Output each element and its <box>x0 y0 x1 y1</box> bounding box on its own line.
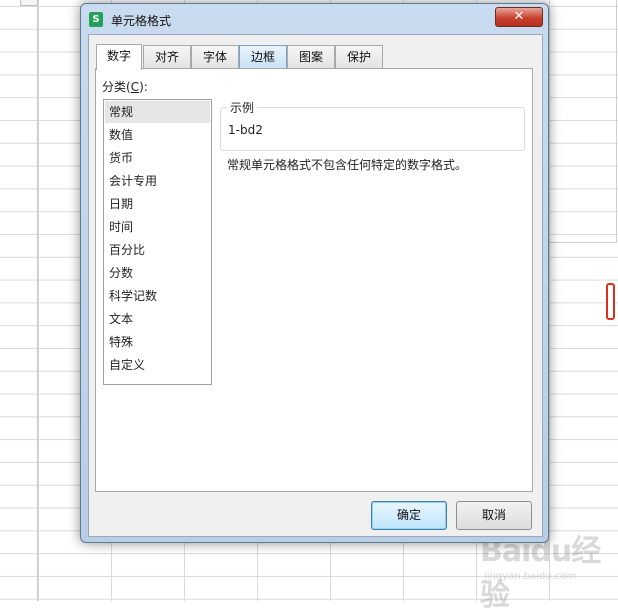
category-label: 分类(C): <box>102 80 148 94</box>
tab-alignment[interactable]: 对齐 <box>143 45 191 68</box>
category-item-date[interactable]: 日期 <box>105 193 210 215</box>
sheet-pane-border <box>548 0 617 243</box>
format-cells-dialog: S 单元格格式 ✕ 数字 对齐 字体 边框 图案 保护 分类(C): 常规 数值… <box>80 3 549 543</box>
format-description: 常规单元格格式不包含任何特定的数字格式。 <box>227 158 468 172</box>
tab-number[interactable]: 数字 <box>96 44 142 70</box>
tab-protection[interactable]: 保护 <box>335 45 383 68</box>
close-button[interactable]: ✕ <box>495 7 543 27</box>
category-item-general[interactable]: 常规 <box>105 101 210 123</box>
sample-group: 示例 1-bd2 <box>220 99 525 151</box>
category-item-custom[interactable]: 自定义 <box>105 354 210 376</box>
category-item-percentage[interactable]: 百分比 <box>105 239 210 261</box>
category-item-accounting[interactable]: 会计专用 <box>105 170 210 192</box>
tab-border[interactable]: 边框 <box>239 45 287 68</box>
dialog-title: 单元格格式 <box>111 14 172 28</box>
ok-button[interactable]: 确定 <box>371 501 447 530</box>
category-item-text[interactable]: 文本 <box>105 308 210 330</box>
category-item-currency[interactable]: 货币 <box>105 147 210 169</box>
dialog-titlebar[interactable]: S 单元格格式 ✕ <box>81 4 548 34</box>
dialog-content: 数字 对齐 字体 边框 图案 保护 分类(C): 常规 数值 货币 会计专用 日… <box>88 34 543 537</box>
number-tab-panel: 分类(C): 常规 数值 货币 会计专用 日期 时间 百分比 分数 科学记数 文… <box>95 68 533 492</box>
category-list[interactable]: 常规 数值 货币 会计专用 日期 时间 百分比 分数 科学记数 文本 特殊 自定… <box>103 99 212 385</box>
watermark-url: jingyan.baidu.com <box>484 571 577 582</box>
sample-legend: 示例 <box>227 99 258 116</box>
app-logo-icon: S <box>89 12 103 27</box>
category-item-number[interactable]: 数值 <box>105 124 210 146</box>
category-item-scientific[interactable]: 科学记数 <box>105 285 210 307</box>
tab-pattern[interactable]: 图案 <box>287 45 335 68</box>
sample-value: 1-bd2 <box>228 123 263 137</box>
red-marker-annotation <box>606 283 615 320</box>
cancel-button[interactable]: 取消 <box>456 501 532 530</box>
category-item-time[interactable]: 时间 <box>105 216 210 238</box>
select-all-corner[interactable] <box>20 0 38 6</box>
category-item-special[interactable]: 特殊 <box>105 331 210 353</box>
category-item-fraction[interactable]: 分数 <box>105 262 210 284</box>
row-header-divider <box>37 0 38 601</box>
tab-font[interactable]: 字体 <box>191 45 239 68</box>
